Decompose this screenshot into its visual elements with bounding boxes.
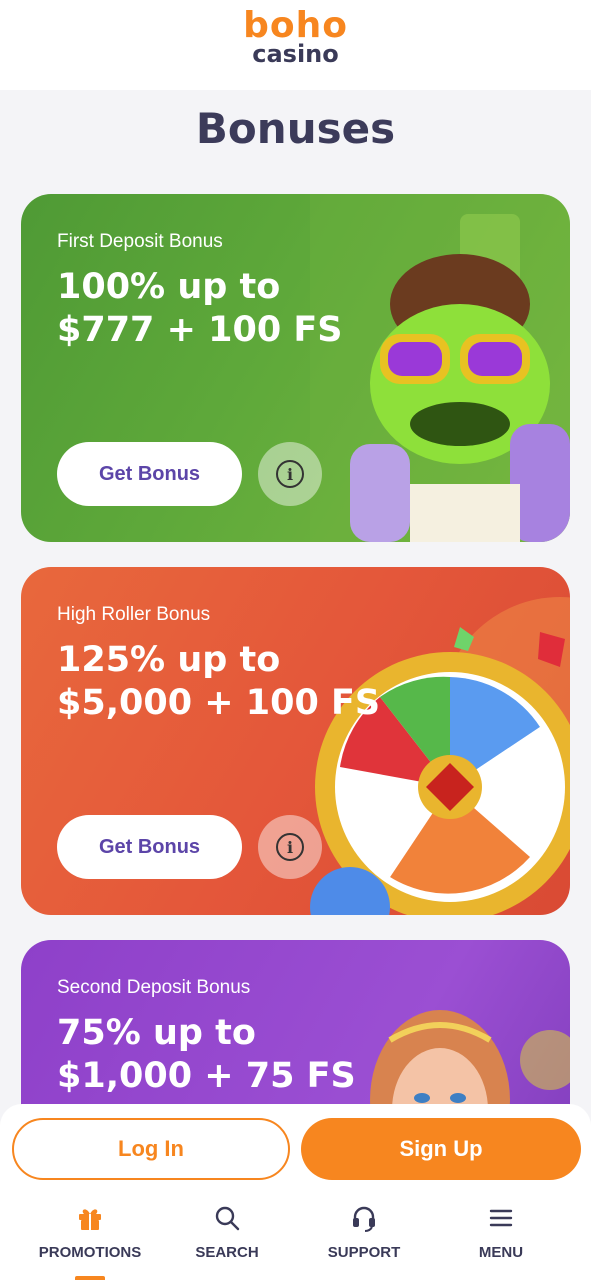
logo-word-boho: boho <box>243 5 348 46</box>
menu-icon <box>489 1209 513 1227</box>
get-bonus-button[interactable]: Get Bonus <box>57 815 242 879</box>
search-icon <box>215 1206 240 1231</box>
frog-character-illustration <box>310 194 570 542</box>
gift-icon <box>79 1209 101 1230</box>
nav-item-menu[interactable]: MENU <box>431 1196 571 1280</box>
info-icon: i <box>276 833 304 861</box>
nav-label: MENU <box>478 1244 524 1261</box>
info-button[interactable]: i <box>258 815 322 879</box>
bonus-title: 125% up to $5,000 + 100 FS <box>57 640 381 723</box>
boho-casino-logo[interactable]: boho casino <box>0 5 591 68</box>
nav-item-search[interactable]: SEARCH <box>157 1196 297 1280</box>
signup-button[interactable]: Sign Up <box>301 1118 581 1180</box>
bonus-title: 100% up to $777 + 100 FS <box>57 267 343 350</box>
flower-wheel-illustration <box>310 597 570 915</box>
bottom-navigation: PROMOTIONS SEARCH SUPPORT MENU <box>0 1196 591 1280</box>
auth-bar: Log In Sign Up <box>0 1104 591 1196</box>
nav-item-promotions[interactable]: PROMOTIONS <box>20 1196 160 1280</box>
info-button[interactable]: i <box>258 442 322 506</box>
bonus-label: First Deposit Bonus <box>57 231 223 252</box>
header: boho casino <box>0 0 591 90</box>
bonus-label: Second Deposit Bonus <box>57 977 251 998</box>
logo-word-casino: casino <box>252 40 339 68</box>
info-icon: i <box>276 460 304 488</box>
nav-label: SUPPORT <box>327 1244 401 1261</box>
nav-label: PROMOTIONS <box>38 1244 142 1261</box>
bonus-card-first-deposit: First Deposit Bonus 100% up to $777 + 10… <box>21 194 570 542</box>
nav-label: SEARCH <box>195 1244 259 1261</box>
headset-icon <box>353 1206 375 1232</box>
login-button[interactable]: Log In <box>12 1118 290 1180</box>
nav-item-support[interactable]: SUPPORT <box>294 1196 434 1280</box>
bonus-title: 75% up to $1,000 + 75 FS <box>57 1013 356 1096</box>
get-bonus-button[interactable]: Get Bonus <box>57 442 242 506</box>
active-tab-indicator <box>75 1276 105 1280</box>
bonus-card-high-roller: High Roller Bonus 125% up to $5,000 + 10… <box>21 567 570 915</box>
page-title: Bonuses <box>195 104 396 153</box>
bonus-label: High Roller Bonus <box>57 604 211 625</box>
